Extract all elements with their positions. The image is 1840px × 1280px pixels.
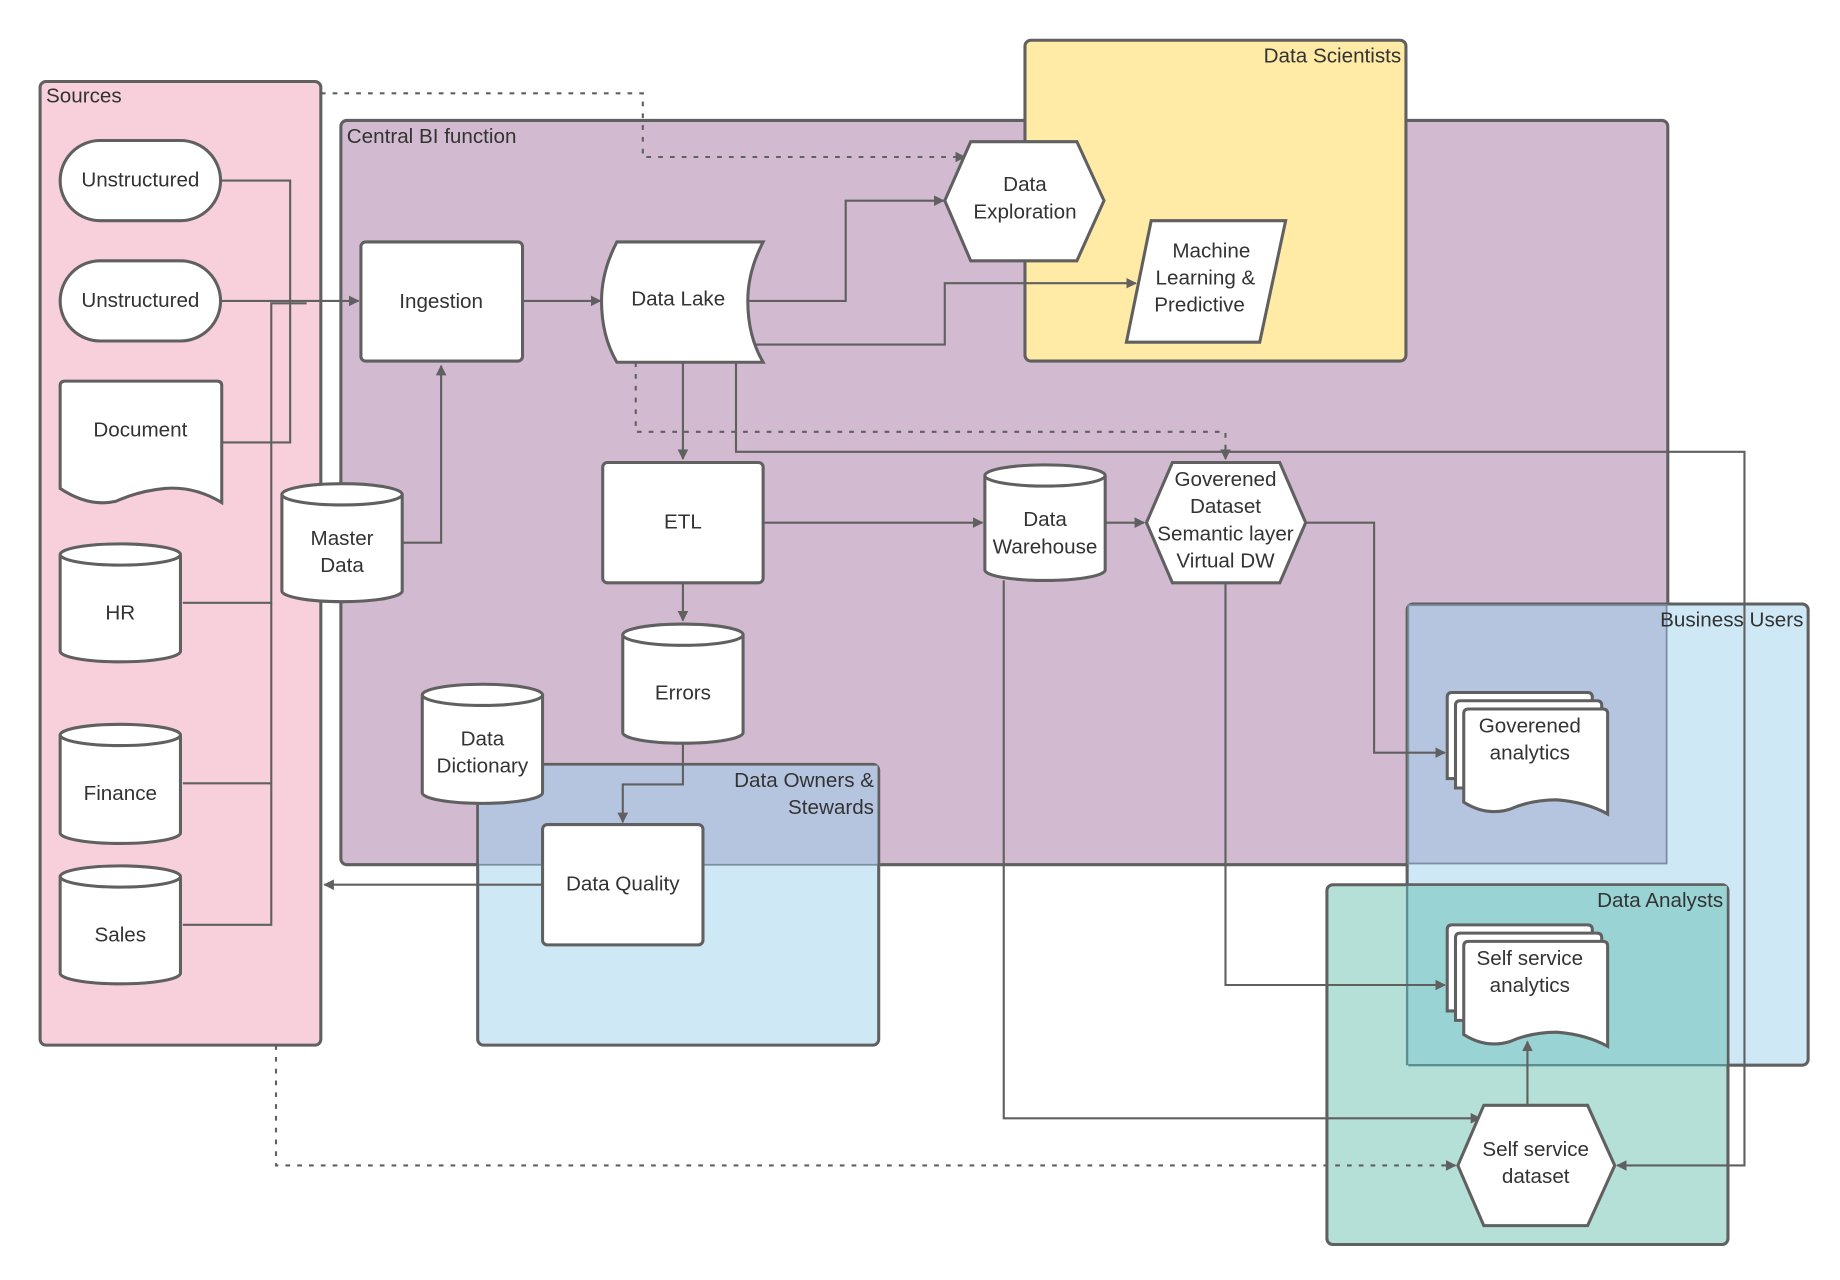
node-data-lake[interactable]: Data Lake — [600, 240, 766, 364]
node-ss-dataset-label-2: dataset — [1502, 1165, 1570, 1188]
node-sales[interactable]: Sales — [58, 864, 182, 986]
node-data-quality-label: Data Quality — [566, 873, 680, 896]
node-data-exploration-label-2: Exploration — [973, 200, 1076, 223]
node-unstructured-2[interactable]: Unstructured — [58, 259, 223, 343]
node-data-warehouse-label-1: Data — [1023, 508, 1067, 531]
node-gov-analytics-label-2: analytics — [1490, 742, 1570, 765]
node-governed-dataset[interactable]: Goverened Dataset Semantic layer Virtual… — [1144, 460, 1308, 585]
node-unstructured-2-label: Unstructured — [81, 289, 199, 312]
edge-sources-to-ss-dataset-dashed — [274, 1045, 1457, 1171]
node-data-warehouse[interactable]: Data Warehouse — [983, 463, 1107, 582]
node-etl[interactable]: ETL — [601, 460, 765, 585]
node-ingestion-label: Ingestion — [399, 290, 483, 313]
node-finance[interactable]: Finance — [58, 722, 182, 845]
node-data-quality[interactable]: Data Quality — [541, 823, 705, 947]
node-ml-label-1: Machine — [1172, 239, 1250, 262]
node-governed-label-1: Goverened — [1174, 468, 1276, 491]
label-data-analysts: Data Analysts — [1597, 889, 1723, 912]
node-ss-analytics-label-1: Self service — [1476, 947, 1583, 970]
node-master-data[interactable]: Master Data — [280, 482, 404, 604]
node-sales-label: Sales — [95, 923, 147, 946]
node-governed-label-2: Dataset — [1190, 495, 1261, 518]
bi-architecture-diagram: Sources Central BI function Data Scienti… — [38, 38, 1810, 1247]
node-unstructured-1-label: Unstructured — [81, 168, 199, 191]
node-ss-analytics-label-2: analytics — [1490, 974, 1570, 997]
label-sources: Sources — [46, 85, 122, 108]
node-errors[interactable]: Errors — [621, 622, 745, 745]
node-self-service-analytics[interactable]: Self service analytics — [1445, 923, 1610, 1049]
node-governed-label-3: Semantic layer — [1157, 522, 1294, 545]
node-gov-analytics-label-1: Goverened — [1479, 715, 1581, 738]
node-governed-analytics[interactable]: Goverened analytics — [1445, 690, 1610, 817]
node-ml-label-2: Learning & — [1156, 266, 1256, 289]
node-governed-label-4: Virtual DW — [1176, 549, 1275, 572]
node-data-dictionary-label-2: Dictionary — [437, 755, 529, 778]
node-machine-learning[interactable]: Machine Learning & Predictive — [1124, 219, 1288, 344]
node-data-lake-label: Data Lake — [631, 288, 725, 311]
node-document-label: Document — [93, 419, 187, 442]
node-data-exploration-label-1: Data — [1003, 173, 1047, 196]
node-hr[interactable]: HR — [58, 542, 182, 664]
node-etl-label: ETL — [664, 511, 702, 534]
label-data-owners-1: Data Owners & — [734, 769, 874, 792]
label-data-scientists: Data Scientists — [1264, 45, 1402, 68]
node-data-dictionary[interactable]: Data Dictionary — [420, 682, 545, 805]
node-ml-label-3: Predictive — [1154, 294, 1245, 317]
node-data-exploration[interactable]: Data Exploration — [943, 140, 1106, 263]
node-ingestion[interactable]: Ingestion — [359, 240, 525, 363]
node-data-warehouse-label-2: Warehouse — [993, 535, 1098, 558]
label-central-bi: Central BI function — [347, 125, 517, 148]
label-business-users: Business Users — [1660, 608, 1803, 631]
node-self-service-dataset[interactable]: Self service dataset — [1456, 1103, 1617, 1228]
node-master-data-label-2: Data — [320, 554, 364, 577]
node-document[interactable]: Document — [58, 379, 224, 506]
node-unstructured-1[interactable]: Unstructured — [58, 138, 223, 223]
node-data-dictionary-label-1: Data — [461, 728, 505, 751]
node-hr-label: HR — [105, 601, 135, 624]
node-ss-dataset-label-1: Self service — [1482, 1138, 1589, 1161]
node-finance-label: Finance — [84, 782, 157, 805]
label-data-owners-2: Stewards — [788, 796, 874, 819]
node-errors-label: Errors — [655, 682, 711, 705]
node-master-data-label-1: Master — [311, 527, 374, 550]
